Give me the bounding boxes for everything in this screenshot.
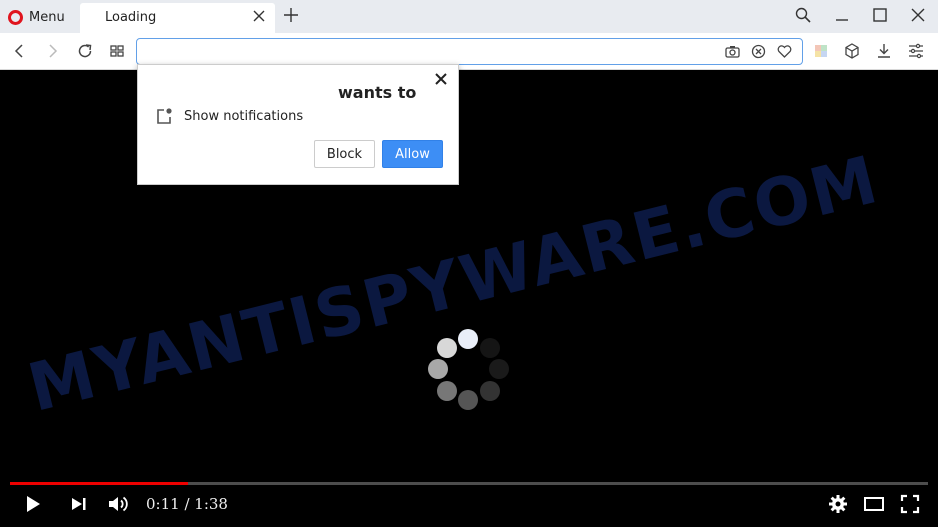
notification-icon xyxy=(157,108,172,124)
next-icon[interactable] xyxy=(68,493,90,515)
tab-active[interactable]: Loading xyxy=(80,3,275,33)
chevron-right-icon[interactable] xyxy=(43,42,61,60)
block-button[interactable]: Block xyxy=(314,140,375,168)
tab-title: Loading xyxy=(105,10,157,25)
theater-mode-icon[interactable] xyxy=(863,493,885,515)
close-icon[interactable] xyxy=(251,8,267,24)
plus-icon[interactable] xyxy=(283,6,299,24)
reload-icon[interactable] xyxy=(76,42,94,60)
browser-window: Menu Loading MYANTISPYWARE.COM wants to … xyxy=(0,0,938,527)
download-icon[interactable] xyxy=(875,42,893,60)
notification-permission-popup: wants to Show notifications Block Allow xyxy=(137,64,459,185)
minimize-icon[interactable] xyxy=(834,7,850,23)
permission-label: Show notifications xyxy=(184,109,304,124)
search-icon[interactable] xyxy=(795,7,811,23)
cube-icon[interactable] xyxy=(812,42,830,60)
volume-icon[interactable] xyxy=(107,493,129,515)
menu-label: Menu xyxy=(29,9,65,25)
opera-logo-icon xyxy=(8,9,23,25)
popup-title: wants to xyxy=(338,83,417,102)
grid-icon[interactable] xyxy=(108,42,126,60)
fullscreen-icon[interactable] xyxy=(899,493,921,515)
block-icon[interactable] xyxy=(750,43,767,60)
chevron-left-icon[interactable] xyxy=(11,42,29,60)
allow-button[interactable]: Allow xyxy=(382,140,443,168)
tab-bar: Menu Loading xyxy=(0,0,938,33)
camera-icon[interactable] xyxy=(724,43,741,60)
maximize-icon[interactable] xyxy=(872,7,888,23)
close-icon[interactable] xyxy=(910,7,926,23)
loading-spinner-icon xyxy=(428,329,509,410)
settings-sliders-icon[interactable] xyxy=(907,42,925,60)
address-bar[interactable] xyxy=(136,38,803,65)
url-input[interactable] xyxy=(145,39,705,63)
video-progress-bar[interactable] xyxy=(10,482,928,485)
cube-icon[interactable] xyxy=(843,42,861,60)
play-icon[interactable] xyxy=(22,493,44,515)
video-progress-fill xyxy=(10,482,188,485)
heart-icon[interactable] xyxy=(776,43,793,60)
gear-icon[interactable] xyxy=(827,493,849,515)
close-icon[interactable] xyxy=(434,72,448,86)
opera-menu-button[interactable]: Menu xyxy=(8,6,65,28)
time-display: 0:11 / 1:38 xyxy=(146,495,228,513)
